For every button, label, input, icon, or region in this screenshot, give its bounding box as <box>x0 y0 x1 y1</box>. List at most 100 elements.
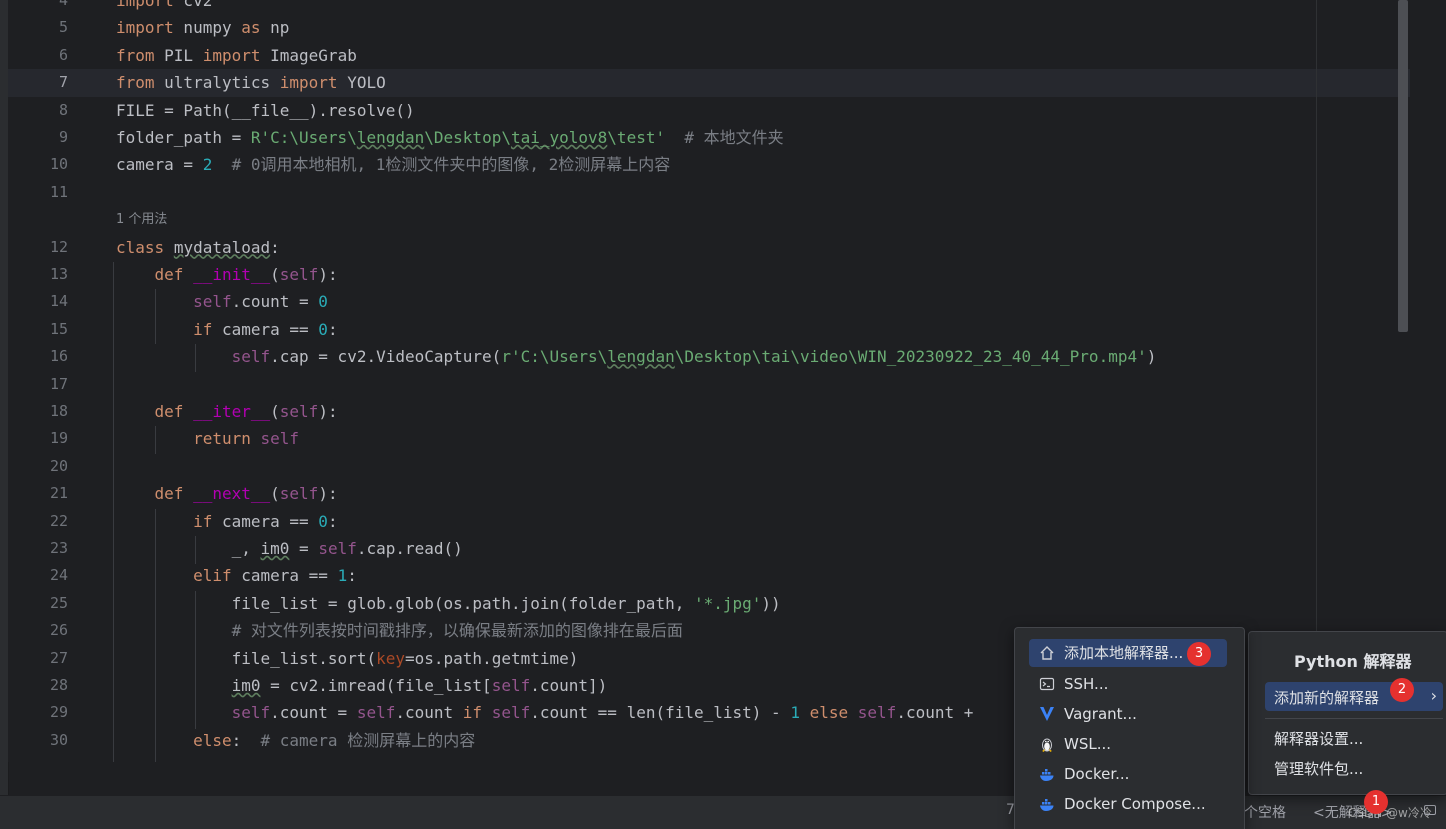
code-token: camera == <box>212 319 319 339</box>
code-token: ultralytics <box>154 73 280 93</box>
code-token: ImageGrab <box>260 45 357 65</box>
code-token: 1 <box>337 566 348 586</box>
code-token: self <box>279 402 319 421</box>
vagrant-item[interactable]: Vagrant... <box>1029 700 1227 728</box>
code-token: from <box>116 45 155 65</box>
code-line[interactable]: 15 if camera == 0: <box>8 316 1410 343</box>
code-line[interactable]: 22 if camera == 0: <box>8 508 1410 535</box>
indent-guide <box>195 344 196 372</box>
indent-guide <box>195 536 196 564</box>
code-line[interactable]: 14 self.count = 0 <box>8 288 1410 315</box>
vertical-scrollbar[interactable] <box>1398 0 1408 332</box>
code-text: file_list.sort(key=os.path.getmtime) <box>116 645 579 672</box>
code-token: import <box>279 73 338 93</box>
code-token: return <box>193 429 251 449</box>
lock-icon[interactable] <box>1424 805 1436 815</box>
ssh-item[interactable]: SSH... <box>1029 670 1227 698</box>
code-token: : <box>347 566 357 586</box>
step-badge-2: 2 <box>1390 678 1414 702</box>
code-line[interactable]: 1 个用法 <box>8 206 1410 233</box>
code-line[interactable]: 13 def __init__(self): <box>8 261 1410 288</box>
code-token: # 本地文件夹 <box>684 128 784 147</box>
code-token: \test' <box>607 128 666 147</box>
manage-packages-item[interactable]: 管理软件包... <box>1274 758 1363 779</box>
code-text: self.count = 0 <box>116 288 328 315</box>
code-token: : <box>231 730 261 750</box>
code-token: _, <box>116 539 261 558</box>
code-line[interactable]: 8 FILE = Path(__file__).resolve() <box>8 97 1410 124</box>
code-line[interactable]: 16 self.cap = cv2.VideoCapture(r'C:\User… <box>8 343 1410 370</box>
code-text: return self <box>116 425 299 452</box>
line-number: 8 <box>58 100 68 119</box>
code-token: if <box>193 511 213 531</box>
code-line[interactable]: 5 import numpy as np <box>8 14 1410 41</box>
code-line[interactable]: 19 return self <box>8 425 1410 452</box>
line-number: 19 <box>49 429 68 448</box>
code-token: 2 <box>202 155 213 175</box>
code-line[interactable]: 17 <box>8 371 1410 398</box>
code-token: ): <box>318 265 338 284</box>
code-line[interactable]: 20 <box>8 453 1410 480</box>
code-line[interactable]: 6 from PIL import ImageGrab <box>8 42 1410 69</box>
code-token: tai_yolov8 <box>510 128 608 147</box>
line-number: 6 <box>58 45 68 64</box>
linux-icon <box>1042 738 1052 752</box>
code-text: def __next__(self): <box>116 480 338 507</box>
line-number: 18 <box>49 402 68 420</box>
code-line[interactable]: 23 _, im0 = self.cap.read() <box>8 535 1410 562</box>
code-token: )) <box>761 593 781 613</box>
code-token: FILE = Path(__file__).resolve() <box>116 100 415 120</box>
line-number: 10 <box>49 155 68 174</box>
status-indent[interactable]: 个空格 <box>1244 802 1286 822</box>
code-line[interactable]: 12 class mydataload: <box>8 234 1410 261</box>
indent-guide <box>155 426 156 454</box>
code-line[interactable]: 10 camera = 2 # 0调用本地相机, 1检测文件夹中的图像, 2检测屏… <box>8 151 1410 178</box>
line-number: 21 <box>49 484 68 503</box>
code-token: lengdan <box>607 347 675 367</box>
code-token: else <box>193 730 232 750</box>
code-token: self <box>279 484 319 504</box>
usage-inlay-hint[interactable]: 1 个用法 <box>116 206 167 233</box>
code-token: : <box>270 237 280 257</box>
interpreter-settings-item[interactable]: 解释器设置... <box>1274 728 1363 749</box>
code-token: import <box>116 18 174 38</box>
code-line[interactable]: 7 from ultralytics import YOLO <box>8 69 1410 97</box>
code-token: camera == <box>212 511 319 531</box>
code-line[interactable]: 4 import cv2 <box>8 0 1410 14</box>
code-token: ( <box>270 265 280 284</box>
code-text: import cv2 <box>116 0 212 14</box>
docker-icon <box>1040 769 1054 781</box>
code-line[interactable]: 18 def __iter__(self): <box>8 398 1410 425</box>
terminal-icon <box>1039 677 1055 691</box>
wsl-item[interactable]: WSL... <box>1029 730 1227 758</box>
code-token: : <box>327 511 338 531</box>
code-line[interactable]: 9 folder_path = R'C:\Users\lengdan\Deskto… <box>8 124 1410 151</box>
code-text: im0 = cv2.imread(file_list[self.count]) <box>116 672 608 699</box>
code-line[interactable]: 21 def __next__(self): <box>8 480 1410 507</box>
docker-item[interactable]: Docker... <box>1029 760 1227 788</box>
line-number: 23 <box>49 539 68 557</box>
code-token: = <box>289 539 319 558</box>
code-token: .count = <box>270 703 357 723</box>
code-line[interactable]: 24 elif camera == 1: <box>8 562 1410 589</box>
line-number: 24 <box>49 566 68 585</box>
code-line[interactable]: 11 <box>8 179 1410 206</box>
code-text: class mydataload: <box>116 234 280 261</box>
line-number: 9 <box>58 128 68 146</box>
code-token: folder_path = <box>116 128 251 147</box>
add-new-interpreter-item[interactable]: 添加新的解释器 › <box>1265 682 1443 711</box>
code-token: cv2 <box>173 0 213 10</box>
code-line[interactable]: 25 file_list = glob.glob(os.path.join(fo… <box>8 590 1410 617</box>
code-token: 0 <box>318 292 328 312</box>
code-token: self <box>279 265 319 284</box>
code-token: self <box>231 703 271 723</box>
line-number: 11 <box>49 182 68 201</box>
popup-title: Python 解释器 <box>1294 652 1412 671</box>
code-token: .count <box>395 703 463 723</box>
line-number: 12 <box>49 237 68 256</box>
step-badge-1: 1 <box>1364 790 1388 814</box>
code-text: self.cap = cv2.VideoCapture(r'C:\Users\l… <box>116 343 1157 370</box>
docker-compose-item[interactable]: Docker Compose... <box>1029 790 1227 818</box>
interpreter-popup: Python 解释器 添加新的解释器 › 解释器设置... 管理软件包... <box>1248 631 1446 795</box>
